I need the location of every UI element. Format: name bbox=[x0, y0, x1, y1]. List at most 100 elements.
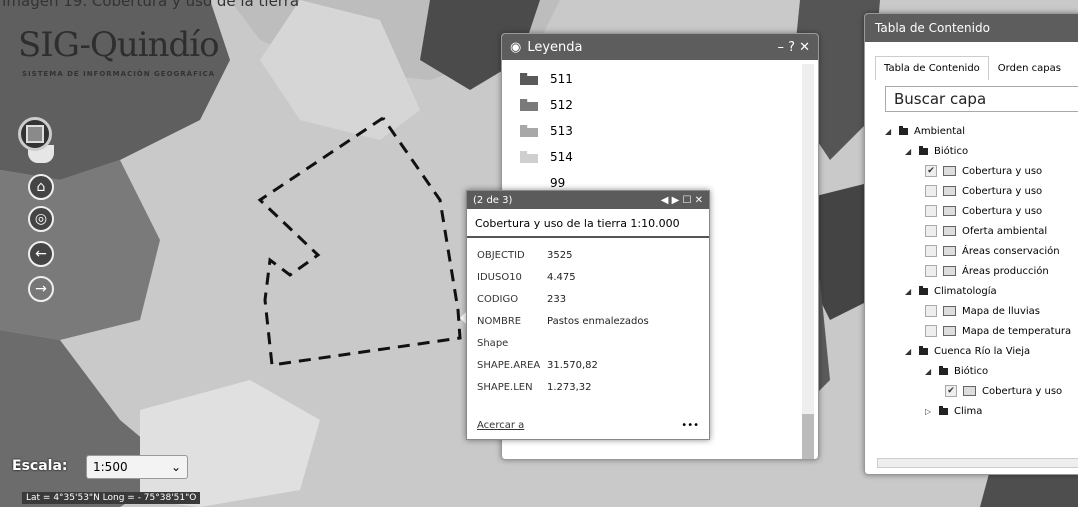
legend-item: 514 bbox=[520, 144, 573, 170]
layer-icon bbox=[943, 266, 956, 276]
toc-header: Tabla de Contenido bbox=[865, 14, 1078, 42]
layer-icon bbox=[943, 206, 956, 216]
attribute-key: OBJECTID bbox=[477, 249, 525, 261]
locate-button[interactable]: ◎ bbox=[28, 206, 54, 232]
folder-icon bbox=[939, 405, 948, 415]
tree-group[interactable]: ◢ Climatología bbox=[885, 281, 1071, 301]
tree-group[interactable]: ◢ Cuenca Río la Vieja bbox=[885, 341, 1071, 361]
tree-item-label: Climatología bbox=[934, 285, 997, 297]
folder-icon bbox=[919, 145, 928, 155]
layer-checkbox[interactable] bbox=[925, 305, 937, 317]
tree-item-label: Áreas producción bbox=[962, 265, 1049, 277]
tree-group[interactable]: ◢ Ambiental bbox=[885, 121, 1071, 141]
scale-select[interactable]: 1:500 ⌄ bbox=[86, 455, 188, 479]
tree-item-label: Cuenca Río la Vieja bbox=[934, 345, 1031, 357]
expand-arrow-icon[interactable]: ◢ bbox=[905, 287, 915, 296]
folder-icon bbox=[899, 125, 908, 135]
forward-arrow-icon: → bbox=[35, 281, 47, 297]
tree-item-label: Áreas conservación bbox=[962, 245, 1060, 257]
tree-group[interactable]: ▷ Clima bbox=[885, 401, 1071, 421]
attribute-key: SHAPE.LEN bbox=[477, 381, 533, 393]
tree-group[interactable]: ◢ Biótico bbox=[885, 141, 1071, 161]
tree-layer[interactable]: Áreas conservación bbox=[885, 241, 1071, 261]
more-options-icon[interactable]: ••• bbox=[681, 420, 699, 431]
toc-horizontal-scrollbar[interactable] bbox=[877, 458, 1078, 468]
layer-icon bbox=[963, 386, 976, 396]
back-button[interactable]: ← bbox=[28, 241, 54, 267]
tree-group[interactable]: ◢ Biótico bbox=[885, 361, 1071, 381]
expand-arrow-icon[interactable]: ◢ bbox=[905, 147, 915, 156]
attribute-key: CODIGO bbox=[477, 293, 519, 305]
legend-item: 512 bbox=[520, 92, 573, 118]
legend-scroll-thumb[interactable] bbox=[802, 414, 814, 459]
basemap-toggle-button[interactable] bbox=[18, 117, 52, 151]
tree-layer[interactable]: Cobertura y uso bbox=[885, 201, 1071, 221]
tree-layer[interactable]: ✔ Cobertura y uso bbox=[885, 161, 1071, 181]
attribute-row: IDUSO10 4.475 bbox=[467, 266, 709, 288]
legend-item: 513 bbox=[520, 118, 573, 144]
legend-item: 511 bbox=[520, 66, 573, 92]
chevron-down-icon: ⌄ bbox=[170, 460, 181, 474]
expand-arrow-icon[interactable]: ▷ bbox=[925, 407, 935, 416]
tab-table-of-contents[interactable]: Tabla de Contenido bbox=[875, 56, 989, 80]
tree-layer[interactable]: Mapa de temperatura bbox=[885, 321, 1071, 341]
layer-tree: ◢ Ambiental ◢ Biótico ✔ Cobertura y uso Cobert… bbox=[885, 121, 1071, 421]
attribute-value: 31.570,82 bbox=[547, 359, 598, 371]
layer-checkbox[interactable] bbox=[925, 185, 937, 197]
popup-nav-controls[interactable]: ◀ ▶ ☐ ✕ bbox=[661, 195, 703, 206]
expand-arrow-icon[interactable]: ◢ bbox=[885, 127, 895, 136]
tree-item-label: Clima bbox=[954, 405, 983, 417]
forward-button[interactable]: → bbox=[28, 276, 54, 302]
popup-footer: Acercar a ••• bbox=[477, 420, 699, 431]
legend-header: ◉ Leyenda – ? ✕ bbox=[502, 34, 818, 60]
tree-item-label: Oferta ambiental bbox=[962, 225, 1048, 237]
table-of-contents-panel: Tabla de Contenido Tabla de Contenido Or… bbox=[864, 13, 1078, 475]
layer-checkbox[interactable] bbox=[925, 325, 937, 337]
attribute-value: 1.273,32 bbox=[547, 381, 592, 393]
tree-item-label: Cobertura y uso bbox=[962, 185, 1043, 197]
layer-checkbox[interactable] bbox=[925, 245, 937, 257]
attribute-key: SHAPE.AREA bbox=[477, 359, 541, 371]
tree-layer[interactable]: Cobertura y uso bbox=[885, 181, 1071, 201]
toc-tabs: Tabla de Contenido Orden capas bbox=[875, 56, 1078, 80]
zoom-to-link[interactable]: Acercar a bbox=[477, 420, 524, 431]
legend-item-label: 99 bbox=[550, 176, 566, 190]
legend-window-controls[interactable]: – ? ✕ bbox=[777, 40, 810, 55]
layer-checkbox[interactable]: ✔ bbox=[925, 165, 937, 177]
back-arrow-icon: ← bbox=[35, 246, 47, 262]
attribute-list: OBJECTID 3525 IDUSO10 4.475 CODIGO 233 NOMBRE P… bbox=[467, 244, 709, 398]
tree-item-label: Biótico bbox=[934, 145, 969, 157]
attribute-row: Shape bbox=[467, 332, 709, 354]
legend-list: 511 512 513 514 99 bbox=[520, 66, 573, 196]
legend-item-label: 512 bbox=[550, 98, 573, 112]
tree-layer[interactable]: Oferta ambiental bbox=[885, 221, 1071, 241]
coordinates-readout: Lat = 4°35'53"N Long = - 75°38'51"O bbox=[22, 492, 201, 504]
attribute-value: Pastos enmalezados bbox=[547, 315, 649, 327]
popup-title: Cobertura y uso de la tierra 1:10.000 bbox=[467, 209, 709, 238]
home-icon: ⌂ bbox=[36, 179, 46, 195]
legend-icon: ◉ bbox=[510, 39, 522, 55]
tree-item-label: Ambiental bbox=[914, 125, 966, 137]
tree-layer[interactable]: ✔ Cobertura y uso bbox=[885, 381, 1071, 401]
layer-search-input[interactable]: Buscar capa bbox=[885, 86, 1078, 112]
expand-arrow-icon[interactable]: ◢ bbox=[905, 347, 915, 356]
folder-icon bbox=[939, 365, 948, 375]
feature-info-popup: (2 de 3) ◀ ▶ ☐ ✕ Cobertura y uso de la t… bbox=[466, 190, 710, 440]
tab-layer-order[interactable]: Orden capas bbox=[989, 56, 1070, 80]
legend-item-label: 514 bbox=[550, 150, 573, 164]
tree-layer[interactable]: Mapa de lluvias bbox=[885, 301, 1071, 321]
tree-layer[interactable]: Áreas producción bbox=[885, 261, 1071, 281]
legend-swatch bbox=[520, 151, 538, 163]
expand-arrow-icon[interactable]: ◢ bbox=[925, 367, 935, 376]
popup-counter: (2 de 3) bbox=[473, 194, 513, 206]
legend-swatch bbox=[520, 177, 538, 189]
layer-checkbox[interactable]: ✔ bbox=[945, 385, 957, 397]
home-button[interactable]: ⌂ bbox=[28, 174, 54, 200]
attribute-key: NOMBRE bbox=[477, 315, 522, 327]
layer-checkbox[interactable] bbox=[925, 205, 937, 217]
layer-checkbox[interactable] bbox=[925, 265, 937, 277]
legend-title: Leyenda bbox=[527, 39, 583, 55]
legend-swatch bbox=[520, 125, 538, 137]
legend-scrollbar[interactable] bbox=[802, 64, 814, 453]
layer-checkbox[interactable] bbox=[925, 225, 937, 237]
